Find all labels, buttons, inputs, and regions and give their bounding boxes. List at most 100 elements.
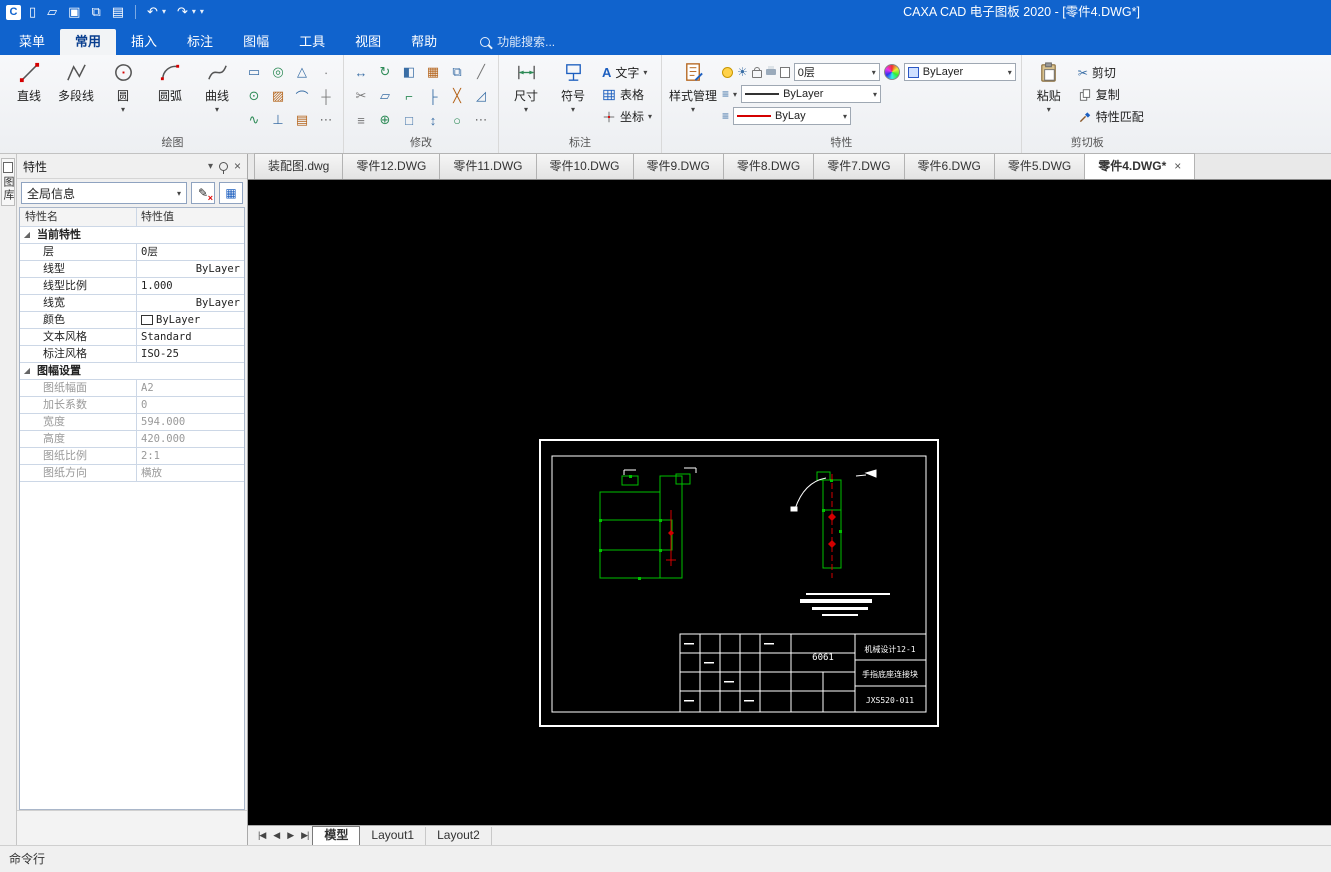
text-button[interactable]: A 文字 ▾ xyxy=(598,63,656,82)
more-modify-tools-icon[interactable]: ⋯ xyxy=(469,108,493,132)
polyline-button[interactable]: 多段线 xyxy=(54,56,98,104)
arc-button[interactable]: 圆弧 xyxy=(148,56,192,104)
menu-tab-view[interactable]: 视图 xyxy=(340,29,396,55)
circle-dropdown-icon[interactable]: ▾ xyxy=(121,105,125,114)
spline-dropdown-icon[interactable]: ▾ xyxy=(215,105,219,114)
linetype-select[interactable]: ByLayer ▾ xyxy=(741,85,882,103)
trim-icon[interactable]: ✂ xyxy=(349,84,373,108)
lineweight-select[interactable]: ByLay ▾ xyxy=(733,107,852,125)
layer-list-dropdown-icon[interactable]: ▾ xyxy=(733,90,737,99)
doc-tab-active[interactable]: 零件4.DWG* × xyxy=(1084,153,1196,179)
property-row-height[interactable]: 高度 420.000 xyxy=(20,431,244,448)
property-row-ltscale[interactable]: 线型比例 1.000 xyxy=(20,278,244,295)
doc-tab[interactable]: 零件9.DWG xyxy=(632,153,724,179)
color-select[interactable]: ByLayer ▾ xyxy=(903,63,1016,81)
wave-line-icon[interactable]: ∿ xyxy=(242,108,266,132)
delete-icon[interactable]: ╳ xyxy=(445,84,469,108)
command-bar[interactable]: 命令行 xyxy=(0,845,1331,872)
property-row-orientation[interactable]: 图纸方向 横放 xyxy=(20,465,244,482)
expand-icon[interactable]: ◢ xyxy=(20,363,34,379)
point-icon[interactable]: ∙ xyxy=(314,60,338,84)
donut-icon[interactable]: ⊙ xyxy=(242,84,266,108)
table-button[interactable]: 表格 xyxy=(598,85,656,104)
menu-tab-home[interactable]: 常用 xyxy=(60,29,117,55)
hatch-icon[interactable]: ▨ xyxy=(266,84,290,108)
clear-selection-button[interactable]: ✎ × xyxy=(191,182,215,204)
join-icon[interactable]: ⊕ xyxy=(373,108,397,132)
doc-tab[interactable]: 零件12.DWG xyxy=(342,153,441,179)
property-group-row[interactable]: ◢ 图幅设置 xyxy=(20,363,244,380)
property-row-width[interactable]: 宽度 594.000 xyxy=(20,414,244,431)
cut-button[interactable]: ✂ 剪切 xyxy=(1074,63,1148,82)
circle-button[interactable]: 圆 ▾ xyxy=(101,56,145,114)
centerline-icon[interactable]: ┼ xyxy=(314,84,338,108)
menu-tab-main[interactable]: 菜单 xyxy=(4,29,60,55)
arc-tool-icon[interactable]: ⌒ xyxy=(290,84,314,108)
layer-list-icon[interactable]: ≡ xyxy=(722,87,729,101)
concentric-circle-icon[interactable]: ◎ xyxy=(266,60,290,84)
move-icon[interactable]: ↔ xyxy=(349,60,373,84)
drawing-canvas[interactable]: 6061 机械设计12-1 手指底座连接块 JXS520-011 xyxy=(248,180,1331,825)
polygon-icon[interactable]: △ xyxy=(290,60,314,84)
extend-icon[interactable]: ⌐ xyxy=(397,84,421,108)
panel-close-icon[interactable]: × xyxy=(234,159,241,173)
sheet-tool-icon[interactable]: ▤ xyxy=(290,108,314,132)
scale-icon[interactable]: □ xyxy=(397,108,421,132)
more-draw-tools-icon[interactable]: ⋯ xyxy=(314,108,338,132)
prev-tab-icon[interactable]: ◀ xyxy=(273,830,280,841)
redo-icon[interactable]: ↷ xyxy=(177,0,188,24)
layer-freeze-icon[interactable]: ☀ xyxy=(737,65,748,79)
symbol-dropdown-icon[interactable]: ▾ xyxy=(571,105,575,114)
mirror-icon[interactable]: ◧ xyxy=(397,60,421,84)
menu-tab-annotate[interactable]: 标注 xyxy=(172,29,228,55)
property-row-scale[interactable]: 图纸比例 2:1 xyxy=(20,448,244,465)
layer-plot-icon[interactable] xyxy=(765,66,776,75)
coordinate-button[interactable]: 坐标 ▾ xyxy=(598,107,656,126)
undo-dropdown-icon[interactable]: ▾ xyxy=(162,0,166,24)
offset-icon[interactable]: ▱ xyxy=(373,84,397,108)
panel-menu-icon[interactable]: ▾ xyxy=(208,161,213,172)
rectangle-icon[interactable]: ▭ xyxy=(242,60,266,84)
paste-dropdown-icon[interactable]: ▾ xyxy=(1047,105,1051,114)
save-all-icon[interactable]: ⧉ xyxy=(91,0,100,24)
align-icon[interactable]: ↕ xyxy=(421,108,445,132)
new-document-icon[interactable]: ▯ xyxy=(29,0,36,24)
fillet-icon[interactable]: ○ xyxy=(445,108,469,132)
print-icon[interactable]: ▤ xyxy=(112,0,124,24)
customize-toolbar-icon[interactable]: ▾ xyxy=(200,0,204,24)
property-row-sheet-size[interactable]: 图纸幅面 A2 xyxy=(20,380,244,397)
app-logo-icon[interactable]: C xyxy=(6,4,21,20)
property-row-extension[interactable]: 加长系数 0 xyxy=(20,397,244,414)
style-manager-button[interactable]: 样式管理 ▾ xyxy=(667,56,719,114)
break-icon[interactable]: ├ xyxy=(421,84,445,108)
property-row-textstyle[interactable]: 文本风格 Standard xyxy=(20,329,244,346)
property-row-layer[interactable]: 层 0层 xyxy=(20,244,244,261)
rotate-icon[interactable]: ↻ xyxy=(373,60,397,84)
paste-button[interactable]: 粘贴 ▾ xyxy=(1027,56,1071,114)
menu-tab-sheet[interactable]: 图幅 xyxy=(228,29,284,55)
style-manager-dropdown-icon[interactable]: ▾ xyxy=(691,105,695,114)
copy-button[interactable]: 复制 xyxy=(1074,85,1148,104)
line-button[interactable]: 直线 xyxy=(7,56,51,104)
redo-dropdown-icon[interactable]: ▾ xyxy=(192,0,196,24)
dimension-dropdown-icon[interactable]: ▾ xyxy=(524,105,528,114)
next-tab-icon[interactable]: ▶ xyxy=(287,830,294,841)
match-properties-button[interactable]: 特性匹配 xyxy=(1074,107,1148,126)
menu-tab-insert[interactable]: 插入 xyxy=(116,29,172,55)
model-tab[interactable]: 模型 xyxy=(312,825,361,846)
layer-lock-icon[interactable] xyxy=(751,67,762,78)
spline-button[interactable]: 曲线 ▾ xyxy=(195,56,239,114)
doc-tab[interactable]: 零件8.DWG xyxy=(722,153,815,179)
doc-tab[interactable]: 零件7.DWG xyxy=(813,153,905,179)
layer-select[interactable]: 0层 ▾ xyxy=(793,63,880,81)
function-search[interactable]: 功能搜索... xyxy=(480,33,555,50)
property-row-dimstyle[interactable]: 标注风格 ISO-25 xyxy=(20,346,244,363)
first-tab-icon[interactable]: |◀ xyxy=(258,830,266,841)
last-tab-icon[interactable]: ▶| xyxy=(301,830,309,841)
doc-tab[interactable]: 零件11.DWG xyxy=(439,153,537,179)
color-wheel-icon[interactable] xyxy=(883,64,900,80)
layout1-tab[interactable]: Layout1 xyxy=(360,826,427,845)
menu-tab-help[interactable]: 帮助 xyxy=(396,29,452,55)
expand-icon[interactable]: ◢ xyxy=(20,227,34,243)
copy-object-icon[interactable]: ⧉ xyxy=(445,60,469,84)
